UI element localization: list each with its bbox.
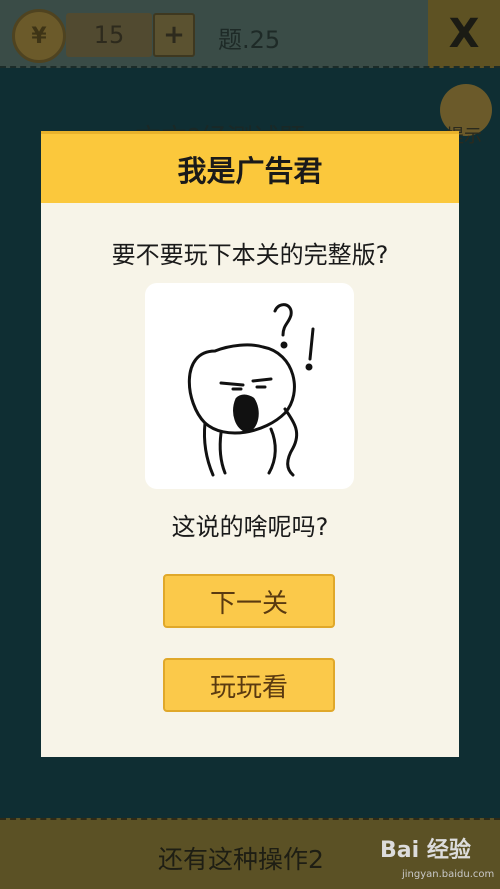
next-level-button[interactable]: 下一关 (163, 574, 335, 628)
play-button[interactable]: 玩玩看 (163, 658, 335, 712)
watermark-brand: Bai 经验 (380, 838, 471, 863)
bottom-bar-label: 还有这种操作2 (158, 845, 324, 874)
dialog-title: 我是广告君 (41, 131, 459, 203)
add-coins-button[interactable]: + (153, 13, 195, 57)
watermark-url: jingyan.baidu.com (402, 869, 495, 880)
ad-dialog: 我是广告君 要不要玩下本关的完整版? 这说的啥呢吗? 下一关 玩玩看 (41, 131, 459, 757)
top-divider (0, 66, 500, 68)
coin-count: 15 (66, 13, 152, 57)
bottom-divider (0, 818, 500, 820)
dialog-question: 要不要玩下本关的完整版? (111, 241, 389, 269)
sticker-image (145, 283, 354, 489)
confused-face-icon (187, 303, 315, 477)
close-button[interactable]: X (428, 0, 500, 68)
dialog-caption: 这说的啥呢吗? (171, 513, 329, 541)
level-label: 题.25 (218, 26, 281, 54)
coin-symbol: ¥ (31, 23, 47, 49)
coin-icon: ¥ (12, 9, 66, 63)
